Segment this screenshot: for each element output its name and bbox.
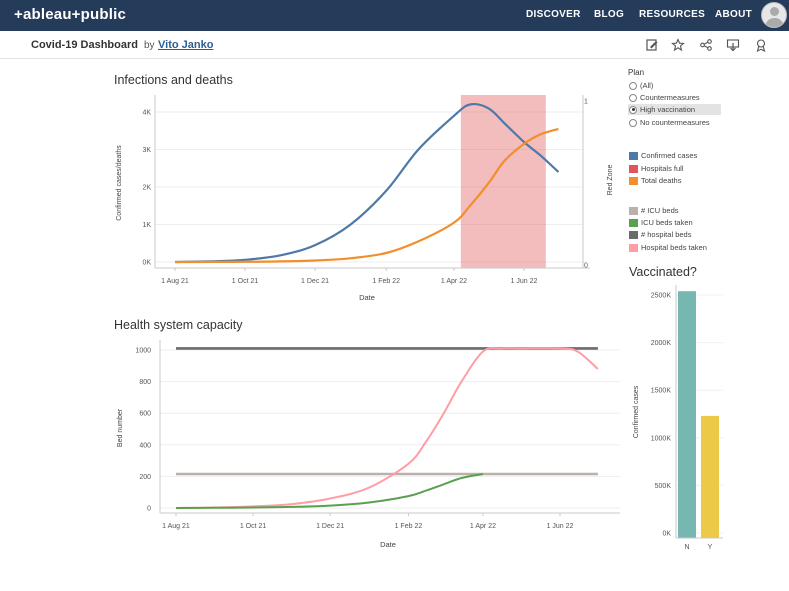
y2-tick-label: 1 — [584, 99, 588, 106]
x-tick-label: 1 Oct 21 — [232, 278, 259, 285]
y-tick-label: 0K — [142, 260, 151, 267]
y2-tick-label: 0 — [584, 263, 588, 270]
x-tick-label: 1 Feb 22 — [372, 278, 400, 285]
x-tick-label: 1 Apr 22 — [441, 278, 467, 285]
y-axis-title: Confirmed cases/deaths — [116, 145, 123, 221]
y-tick-label: 1K — [142, 222, 151, 229]
x-tick-label: 1 Dec 21 — [301, 278, 329, 285]
y-tick-label: 3K — [142, 147, 151, 154]
y-tick-label: 2K — [142, 185, 151, 192]
x-axis-title: Date — [359, 293, 375, 302]
y-tick-label: 4K — [142, 110, 151, 117]
x-tick-label: 1 Aug 21 — [161, 278, 189, 285]
infections-deaths-chart[interactable]: 0K 1K 2K 3K 4K 1 Aug 21 1 Oct 21 1 Dec 21 1 Feb … — [0, 0, 789, 591]
y2-axis-title: Red Zone — [607, 165, 614, 196]
x-tick-label: 1 Jun 22 — [511, 278, 538, 285]
